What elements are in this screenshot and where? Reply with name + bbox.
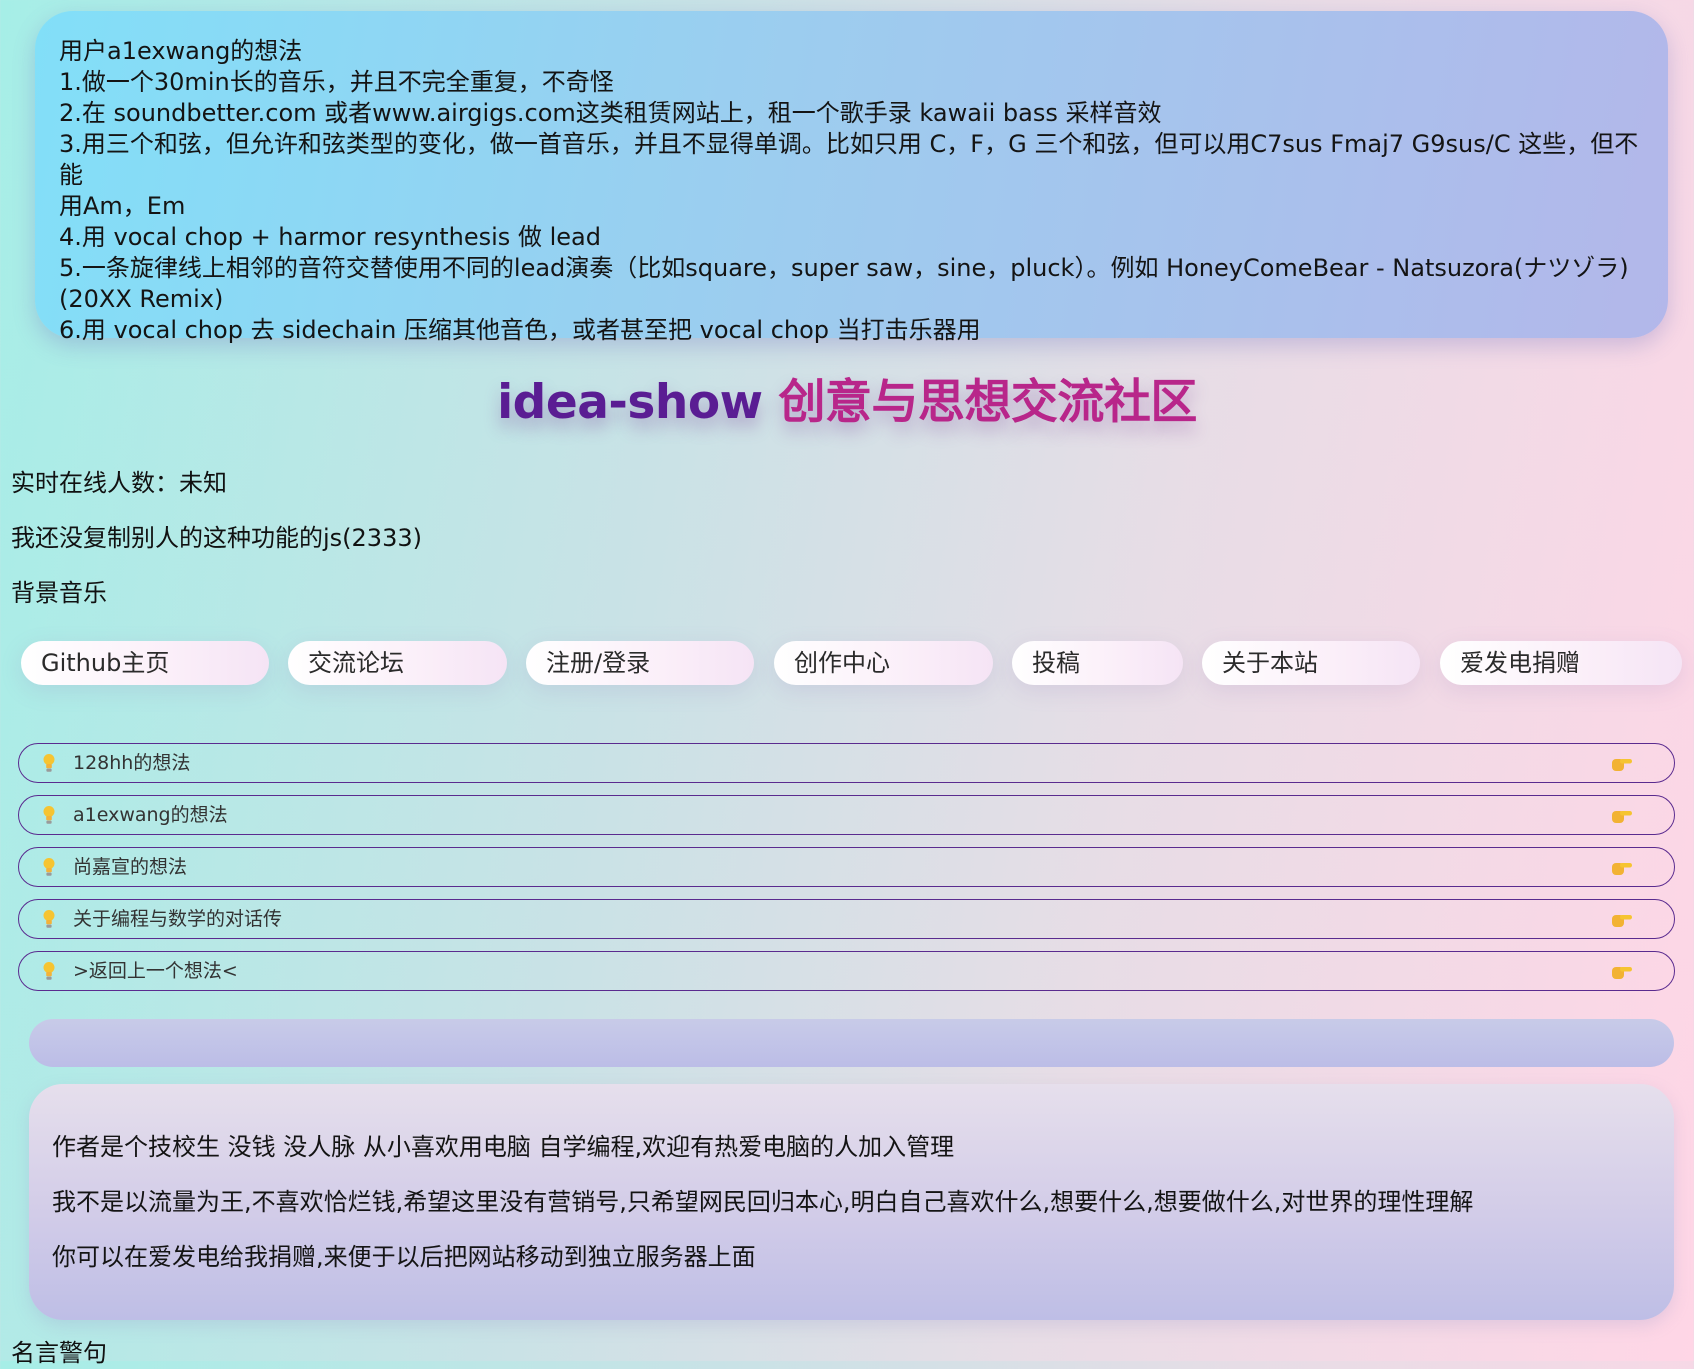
- empty-panel: [29, 1019, 1674, 1067]
- idea-list-item[interactable]: 关于编程与数学的对话传: [18, 899, 1675, 939]
- idea-title: 用户a1exwang的想法: [59, 37, 303, 65]
- pointing-hand-icon: [1612, 967, 1632, 979]
- quote-heading: 名言警句: [11, 1339, 107, 1367]
- idea-list-item[interactable]: 尚嘉宣的想法: [18, 847, 1675, 887]
- nav-creator-center[interactable]: 创作中心: [774, 641, 993, 685]
- site-title: idea-show 创意与思想交流社区: [0, 372, 1694, 434]
- lightbulb-icon: [43, 910, 55, 928]
- lightbulb-icon: [43, 806, 55, 824]
- site-note: 我还没复制别人的这种功能的js(2333): [11, 524, 422, 552]
- idea-line: 2.在 soundbetter.com 或者www.airgigs.com这类租…: [59, 99, 1162, 127]
- idea-list-item[interactable]: 128hh的想法: [18, 743, 1675, 783]
- idea-line: 3.用三个和弦，但允许和弦类型的变化，做一首音乐，并且不显得单调。比如只用 C，…: [59, 130, 1639, 189]
- nav-github[interactable]: Github主页: [21, 641, 269, 685]
- idea-list-label: 尚嘉宣的想法: [73, 856, 188, 878]
- nav-donate[interactable]: 爱发电捐赠: [1440, 641, 1682, 685]
- idea-line: 用Am，Em: [59, 192, 186, 220]
- idea-list-label: 128hh的想法: [73, 752, 191, 774]
- about-card: 作者是个技校生 没钱 没人脉 从小喜欢用电脑 自学编程,欢迎有热爱电脑的人加入管…: [29, 1084, 1674, 1320]
- online-count: 实时在线人数：未知: [11, 469, 227, 497]
- about-line: 作者是个技校生 没钱 没人脉 从小喜欢用电脑 自学编程,欢迎有热爱电脑的人加入管…: [52, 1133, 955, 1161]
- pointing-hand-icon: [1612, 915, 1632, 927]
- nav-submit[interactable]: 投稿: [1012, 641, 1183, 685]
- background-music-label: 背景音乐: [11, 579, 107, 607]
- pointing-hand-icon: [1612, 759, 1632, 771]
- about-line: 我不是以流量为王,不喜欢恰烂钱,希望这里没有营销号,只希望网民回归本心,明白自己…: [52, 1188, 1474, 1216]
- idea-line: 4.用 vocal chop + harmor resynthesis 做 le…: [59, 223, 601, 251]
- site-title-en: idea-show: [497, 375, 763, 430]
- lightbulb-icon: [43, 962, 55, 980]
- nav-about[interactable]: 关于本站: [1202, 641, 1420, 685]
- idea-card: 用户a1exwang的想法 1.做一个30min长的音乐，并且不完全重复，不奇怪…: [35, 11, 1668, 344]
- nav-forum[interactable]: 交流论坛: [288, 641, 507, 685]
- pointing-hand-icon: [1612, 863, 1632, 875]
- lightbulb-icon: [43, 754, 55, 772]
- main-nav: Github主页 交流论坛 注册/登录 创作中心 投稿 关于本站 爱发电捐赠: [0, 641, 1694, 686]
- idea-list-label: >返回上一个想法<: [73, 960, 238, 982]
- idea-line: 1.做一个30min长的音乐，并且不完全重复，不奇怪: [59, 68, 614, 96]
- back-to-previous-idea-link[interactable]: >返回上一个想法<: [18, 951, 1675, 991]
- idea-list-label: a1exwang的想法: [73, 804, 228, 826]
- idea-line: 5.一条旋律线上相邻的音符交替使用不同的lead演奏（比如square，supe…: [59, 254, 1629, 282]
- idea-line: 6.用 vocal chop 去 sidechain 压缩其他音色，或者甚至把 …: [59, 316, 981, 344]
- idea-list-item[interactable]: a1exwang的想法: [18, 795, 1675, 835]
- lightbulb-icon: [43, 858, 55, 876]
- idea-list-label: 关于编程与数学的对话传: [73, 908, 283, 930]
- about-line: 你可以在爱发电给我捐赠,来便于以后把网站移动到独立服务器上面: [52, 1243, 756, 1271]
- nav-login[interactable]: 注册/登录: [526, 641, 754, 685]
- site-title-zh: 创意与思想交流社区: [778, 375, 1197, 430]
- idea-line: (20XX Remix): [59, 285, 224, 313]
- pointing-hand-icon: [1612, 811, 1632, 823]
